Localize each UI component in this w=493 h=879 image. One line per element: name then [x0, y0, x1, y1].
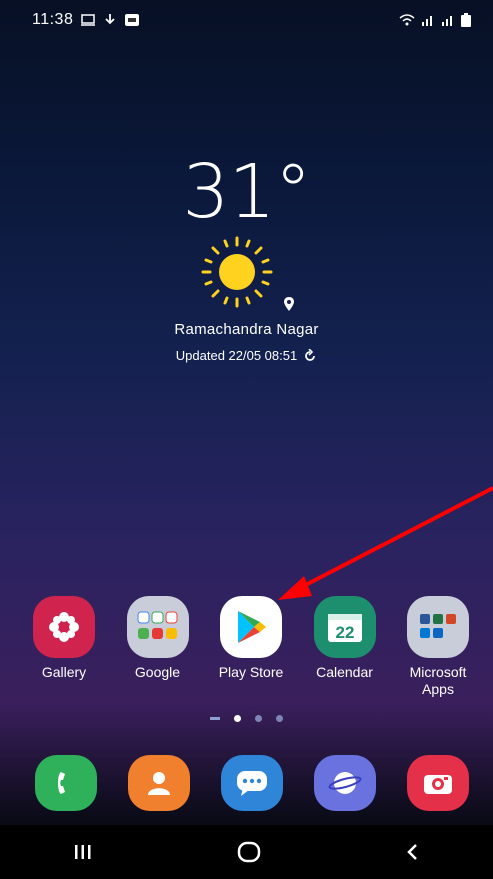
- page-dot: [255, 715, 262, 722]
- camera-icon[interactable]: [407, 755, 469, 811]
- updated-text: Updated 22/05 08:51: [175, 348, 298, 363]
- download-icon: [105, 14, 115, 25]
- app-label: Play Store: [218, 664, 284, 680]
- app-label: Calendar: [316, 664, 373, 680]
- updated-time: Updated 22/05 08:51: [176, 348, 317, 363]
- home-handle-indicator: [210, 717, 220, 720]
- dock: [35, 755, 469, 811]
- battery-icon: [461, 13, 471, 27]
- sun-icon: [201, 236, 273, 308]
- signal-icon-2: [442, 16, 452, 26]
- location-name: Ramachandra Nagar: [174, 321, 319, 338]
- app-label: Gallery: [41, 664, 87, 680]
- app-calendar[interactable]: 22 Calendar: [299, 596, 391, 698]
- microsoft-folder-icon: [407, 596, 469, 658]
- app-label: Microsoft Apps: [410, 664, 467, 698]
- home-apps-row: Gallery Google Play Store 22 Calendar Mi…: [18, 596, 484, 698]
- calendar-date: 22: [335, 623, 354, 642]
- status-time: 11:38: [32, 11, 74, 28]
- app-label: Google: [134, 664, 181, 680]
- wifi-icon: [399, 14, 415, 26]
- phone-icon[interactable]: [35, 755, 97, 811]
- play-store-icon: [220, 596, 282, 658]
- back-icon[interactable]: [403, 842, 423, 862]
- app-microsoft-folder[interactable]: Microsoft Apps: [392, 596, 484, 698]
- page-dot: [276, 715, 283, 722]
- home-button-icon[interactable]: [236, 841, 262, 863]
- location-pin-icon: [283, 297, 294, 311]
- internet-icon[interactable]: [314, 755, 376, 811]
- status-bar: 11:38: [0, 0, 493, 40]
- calendar-icon: 22: [313, 596, 376, 658]
- refresh-icon[interactable]: [303, 348, 317, 363]
- screen-mirror-icon: [81, 14, 96, 26]
- navigation-bar: [0, 825, 493, 879]
- page-dot-active: [234, 715, 241, 722]
- contacts-icon[interactable]: [128, 755, 190, 811]
- app-label-line1: Microsoft: [409, 664, 467, 680]
- google-folder-icon: [126, 596, 189, 658]
- page-indicator: [0, 715, 493, 722]
- weather-widget[interactable]: 31° Ramachandra Nagar Updated 22/05 08:5…: [0, 152, 493, 365]
- messages-icon[interactable]: [221, 755, 283, 811]
- recent-apps-icon[interactable]: [71, 842, 95, 862]
- app-gallery[interactable]: Gallery: [18, 596, 110, 698]
- gallery-icon: [33, 596, 95, 658]
- signal-icon: [422, 16, 432, 26]
- annotation-arrow: [278, 486, 493, 600]
- notification-app-icon: [125, 14, 140, 26]
- app-play-store[interactable]: Play Store: [205, 596, 297, 698]
- app-label-line2: Apps: [422, 681, 454, 697]
- temperature: 31°: [182, 149, 311, 235]
- app-google-folder[interactable]: Google: [112, 596, 204, 698]
